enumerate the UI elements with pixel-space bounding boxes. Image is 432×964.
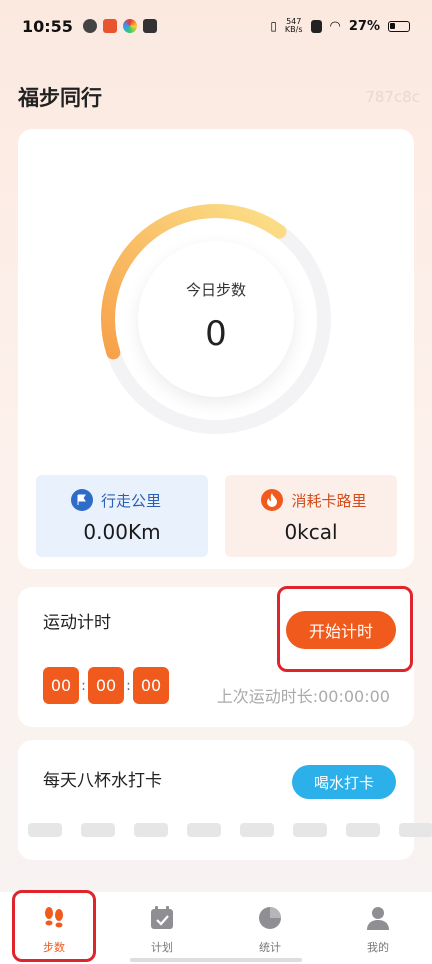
water-cups (28, 823, 432, 837)
home-indicator[interactable] (130, 958, 302, 962)
tab-label: 计划 (151, 941, 173, 954)
timer-display: 00 : 00 : 00 (43, 667, 169, 704)
timer-minutes: 00 (88, 667, 124, 704)
water-card: 每天八杯水打卡 喝水打卡 (18, 740, 432, 860)
calorie-value: 0kcal (284, 520, 338, 544)
net-speed: 547 KB/s (284, 17, 303, 34)
distance-card: 行走公里 0.00Km (36, 475, 208, 557)
fire-icon (261, 489, 284, 511)
app-notification-icon (142, 19, 157, 33)
start-timer-button[interactable]: 开始计时 (286, 611, 396, 649)
timer-colon: : (126, 677, 131, 694)
water-cup (187, 823, 221, 837)
timer-colon: : (81, 677, 86, 694)
steps-ring: 今日步数 0 (100, 203, 332, 435)
calendar-check-icon (149, 905, 175, 931)
tab-steps[interactable]: 步数 (0, 892, 108, 964)
tab-label: 我的 (367, 941, 389, 954)
timer-seconds: 00 (133, 667, 169, 704)
calorie-label: 消耗卡路里 (291, 491, 367, 510)
tab-label: 统计 (259, 941, 281, 954)
pie-chart-icon (257, 905, 283, 931)
water-cup (399, 823, 432, 837)
tab-statistics[interactable]: 统计 (216, 892, 324, 964)
status-bar: 10:55 ▯ 547 KB/s ◠ 27% (0, 0, 432, 52)
page-header: 福步同行 787c8c (18, 80, 420, 114)
tab-label: 步数 (43, 941, 65, 954)
water-cup (346, 823, 380, 837)
distance-value: 0.00Km (83, 520, 161, 544)
water-cup (134, 823, 168, 837)
battery-percent: 27% (348, 18, 380, 34)
steps-value: 0 (205, 313, 227, 354)
tab-profile[interactable]: 我的 (324, 892, 432, 964)
vibrate-icon: ▯ (270, 19, 277, 33)
water-title: 每天八杯水打卡 (43, 771, 162, 791)
user-icon (365, 905, 391, 931)
drink-water-button[interactable]: 喝水打卡 (292, 765, 396, 799)
code-label: 787c8c (365, 88, 420, 106)
bottom-tab-bar: 步数 计划 统计 我的 (0, 892, 432, 964)
steps-card: 今日步数 0 行走公里 0.00Km 消耗卡路里 0kcal (18, 129, 414, 569)
flag-icon (70, 489, 93, 511)
calorie-card: 消耗卡路里 0kcal (225, 475, 397, 557)
page-title: 福步同行 (18, 86, 102, 110)
timer-title: 运动计时 (43, 613, 111, 633)
wifi-icon: ◠ (329, 18, 341, 34)
app-notification-icon (102, 19, 117, 33)
app-notification-icon (82, 19, 97, 33)
timer-card: 运动计时 开始计时 00 : 00 : 00 上次运动时长:00:00:00 (18, 587, 414, 727)
timer-hours: 00 (43, 667, 79, 704)
last-duration: 上次运动时长:00:00:00 (216, 687, 390, 706)
footprints-icon (41, 905, 67, 931)
water-cup (293, 823, 327, 837)
water-cup (81, 823, 115, 837)
tab-plan[interactable]: 计划 (108, 892, 216, 964)
app-notification-icon (122, 19, 137, 33)
steps-label: 今日步数 (185, 280, 246, 299)
battery-icon (388, 20, 410, 32)
steps-center: 今日步数 0 (138, 241, 294, 397)
water-cup (28, 823, 62, 837)
distance-label: 行走公里 (100, 491, 161, 510)
sim-off-icon (310, 19, 322, 33)
status-time: 10:55 (22, 16, 73, 36)
water-cup (240, 823, 274, 837)
